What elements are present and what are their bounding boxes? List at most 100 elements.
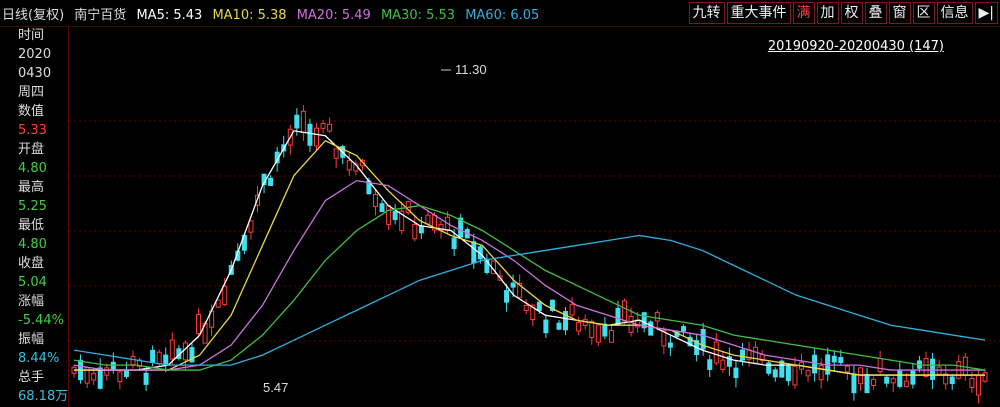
high-label: 最高 [18,180,45,195]
candle-body [110,361,116,370]
open-value: 4.80 [18,161,47,176]
close-value: 5.04 [18,275,47,290]
candle-body [97,367,103,389]
add-button[interactable]: 加 [816,2,839,24]
candle-body [268,177,274,186]
kline-chart[interactable]: 11.30 5.47 [69,26,1000,407]
candle-body [720,359,726,370]
low-value: 4.80 [18,237,47,252]
low-label: 最低 [18,218,45,233]
candle-body [805,370,811,377]
candle-body [248,220,254,233]
candle-body [812,354,818,374]
candle-body [300,110,306,134]
candle-body [608,330,614,343]
candle-body [890,378,896,384]
info-sidebar: 时间 2020 0430 周四 数值 5.33 开盘 4.80 最高 5.25 … [0,26,69,407]
ma60-label: MA60: 6.05 [465,8,540,23]
candle-body [969,377,975,389]
candle-body [582,319,588,326]
candle-body [785,365,791,382]
candle-body [831,355,837,363]
candle-body [667,342,673,348]
candle-body [386,205,392,226]
candle-body [654,312,660,322]
ma30-label: MA30: 5.53 [380,8,456,23]
time-year: 2020 [18,47,52,62]
candle-body [569,304,575,316]
ma20-label: MA20: 5.49 [296,8,371,23]
candle-body [740,349,746,361]
major-events-button[interactable]: 重大事件 [726,2,791,24]
candle-body [602,323,608,337]
candle-body [792,365,798,386]
candle-body [196,313,202,335]
candle-body [327,123,333,132]
candle-body [622,300,628,322]
candle-body [294,114,300,129]
overlay-button[interactable]: 叠 [864,2,887,24]
candle-body [713,341,719,364]
candle-body [333,148,339,159]
candle-body [471,241,477,264]
nine-turn-button[interactable]: 九转 [688,2,725,24]
candle-body [320,122,326,129]
candle-body [307,123,313,146]
top-bar: 日线(复权) 南宁百货 MA5: 5.43 MA10: 5.38 MA20: 5… [0,0,1000,27]
candle-body [169,339,175,360]
candle-body [733,367,739,379]
ma-line-ma30 [73,204,986,371]
candle-body [871,378,877,386]
candle-body [949,376,955,384]
candle-body [818,365,824,381]
candle-body [543,319,549,334]
ma5-label: MA5: 5.43 [136,8,203,23]
candle-body [844,365,850,373]
candle-body [504,290,510,303]
full-button[interactable]: 满 [792,2,815,24]
change-value: -5.44% [18,313,64,328]
info-button[interactable]: 信息 [936,2,973,24]
candle-body [156,351,162,365]
volume-value: 68.18万 [18,389,69,404]
rights-button[interactable]: 权 [840,2,863,24]
candle-body [615,307,621,326]
low-annotation: 5.47 [263,380,288,395]
candle-body [851,373,857,394]
candle-body [117,371,123,383]
time-date: 0430 [18,66,52,81]
close-label: 收盘 [18,256,45,271]
candle-body [150,349,156,363]
window-button[interactable]: 窗 [888,2,911,24]
range-button[interactable]: 区 [912,2,935,24]
candle-body [897,370,903,387]
candle-body [536,301,542,311]
candle-body [975,374,981,396]
candle-body [425,214,431,225]
candle-body [412,223,418,240]
ma-line-ma60 [73,234,986,366]
toolbar: 九转 重大事件 满 加 权 叠 窗 区 信息 ▶| [688,2,998,24]
candle-body [753,346,759,364]
ma-lines [73,130,986,376]
open-label: 开盘 [18,142,45,157]
candle-body [923,358,929,377]
candle-body [510,282,516,288]
candle-body [372,193,378,207]
value-label: 数值 [18,104,45,119]
candle-body [903,380,909,388]
candle-body [163,354,169,365]
candle-body [418,225,424,234]
candle-body [884,376,890,384]
candle-body [864,373,870,394]
change-label: 涨幅 [18,294,45,309]
candle-body [130,355,136,366]
candle-body [182,342,188,361]
candle-body [982,372,988,382]
candle-body [222,285,228,306]
collapse-button[interactable]: ▶| [974,2,998,24]
candle-body [930,358,936,380]
candle-body [910,369,916,385]
period-label[interactable]: 日线(复权) [2,8,64,23]
stock-name: 南宁百货 [74,8,127,23]
